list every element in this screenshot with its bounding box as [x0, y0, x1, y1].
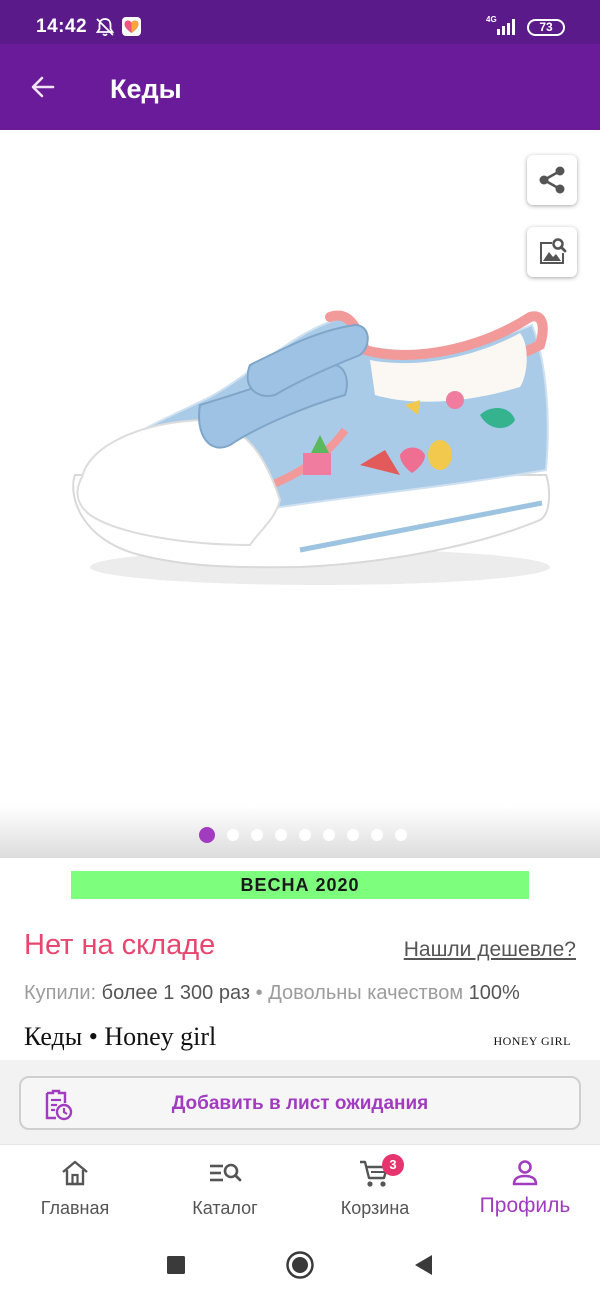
slide-dot-8[interactable] — [371, 829, 383, 841]
profile-icon — [512, 1160, 538, 1186]
system-home-button[interactable] — [285, 1250, 315, 1280]
share-icon — [539, 166, 565, 194]
quality-label: Довольны качеством — [268, 982, 464, 1004]
bell-off-icon — [94, 16, 116, 38]
slide-dot-7[interactable] — [347, 829, 359, 841]
brand-logo[interactable]: HONEY GIRL — [493, 1034, 571, 1049]
slide-dot-5[interactable] — [299, 829, 311, 841]
bottom-navigation: Главная Каталог Корзина 3 Профиль — [0, 1144, 600, 1228]
slide-dot-1[interactable] — [199, 827, 215, 843]
sneaker-photo — [72, 310, 551, 585]
home-icon — [62, 1160, 88, 1186]
nav-cart-label: Корзина — [340, 1198, 410, 1218]
system-navigation — [0, 1228, 600, 1299]
recents-button[interactable] — [161, 1250, 191, 1280]
arrow-left-icon — [31, 76, 55, 98]
slide-dot-9[interactable] — [395, 829, 407, 841]
quality-value: 100% — [468, 982, 520, 1004]
status-bar: 14:42 4G 73 — [0, 0, 600, 44]
slide-dot-3[interactable] — [251, 829, 263, 841]
add-to-wait-list-button[interactable]: Добавить в лист ожидания — [19, 1076, 581, 1130]
back-triangle-icon — [415, 1255, 432, 1275]
signal-icon — [496, 18, 518, 36]
nav-cart[interactable]: Корзина — [300, 1145, 450, 1229]
slide-dot-2[interactable] — [227, 829, 239, 841]
app-bar: Кеды — [0, 44, 600, 130]
wait-list-bar: Добавить в лист ожидания — [0, 1060, 600, 1144]
slide-dot-6[interactable] — [323, 829, 335, 841]
stats-separator: • — [255, 982, 263, 1004]
share-button[interactable] — [527, 155, 577, 205]
page-title: Кеды — [110, 74, 182, 104]
bought-label: Купили: — [24, 982, 97, 1004]
image-search-button[interactable] — [527, 227, 577, 277]
product-name: Кеды • Honey girl — [24, 1022, 217, 1051]
purchase-stats: Купили: более 1 300 раз • Довольны качес… — [24, 982, 520, 1005]
product-gallery[interactable] — [0, 130, 600, 858]
stock-status: Нет на складе — [24, 929, 216, 961]
status-time: 14:42 — [36, 16, 88, 37]
nav-profile-label: Профиль — [479, 1194, 571, 1217]
wait-list-label: Добавить в лист ожидания — [171, 1093, 429, 1114]
image-search-icon — [540, 238, 567, 264]
nav-catalog[interactable]: Каталог — [150, 1145, 300, 1229]
found-cheaper-link[interactable]: Нашли дешевле? — [404, 938, 576, 962]
nav-catalog-label: Каталог — [192, 1198, 258, 1218]
app-heart-icon — [122, 17, 141, 36]
recents-square-icon — [167, 1256, 185, 1274]
catalog-search-icon — [210, 1163, 242, 1182]
promo-banner[interactable]: ВЕСНА 2020 — [71, 871, 529, 899]
slide-dot-4[interactable] — [275, 829, 287, 841]
back-button[interactable] — [22, 66, 64, 108]
cart-badge: 3 — [382, 1154, 404, 1176]
home-circle-icon — [286, 1251, 314, 1279]
system-back-button[interactable] — [408, 1250, 438, 1280]
slide-indicator[interactable] — [0, 825, 600, 845]
nav-home-label: Главная — [40, 1198, 110, 1218]
nav-home[interactable]: Главная — [0, 1145, 150, 1229]
nav-profile[interactable]: Профиль — [450, 1145, 600, 1229]
battery-icon: 73 — [527, 19, 565, 36]
bought-value: более 1 300 раз — [101, 982, 251, 1004]
